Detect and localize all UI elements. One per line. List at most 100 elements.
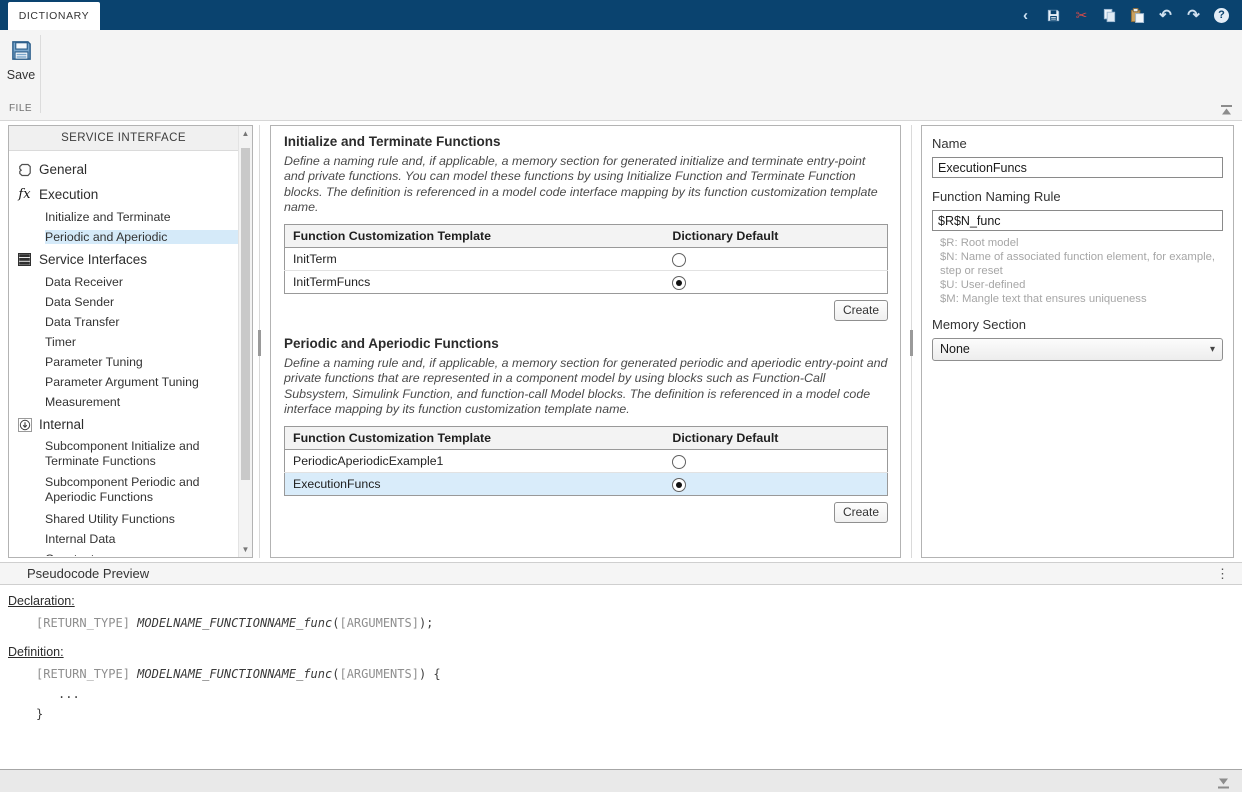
service-interface-panel: SERVICE INTERFACE General fx Execution Init… [8,125,253,558]
help-icon[interactable]: ? [1213,7,1230,24]
create-row: Create [284,300,888,321]
naming-rule-hints: $R: Root model$N: Name of associated fun… [940,237,1223,307]
internal-icon [17,418,32,432]
redo-icon[interactable]: ↷ [1185,7,1202,24]
sidebar-item-service-interfaces[interactable]: Service Interfaces [9,247,238,272]
definition-label: Definition: [8,645,1242,659]
sidebar-item-label: Internal [39,417,238,432]
sidebar-item-label: Initialize and Terminate [45,210,238,224]
sidebar-item-parameter-argument-tuning[interactable]: Parameter Argument Tuning [9,372,238,392]
service-interface-tree: General fx Execution Initialize and Termina… [9,150,238,556]
back-chevron-icon[interactable]: ‹ [1017,7,1034,24]
code-token: [ARGUMENTS] [339,667,418,681]
sidebar-item-label: Parameter Argument Tuning [45,375,238,389]
create-button[interactable]: Create [834,300,888,321]
collapse-ribbon-icon[interactable] [1220,103,1233,121]
sidebar-item-internal[interactable]: Internal [9,412,238,437]
table-row[interactable]: ExecutionFuncs [285,473,888,496]
title-bar: DICTIONARY ‹ ✂ ↶ ↷? [0,0,1242,30]
dictionary-default-radio[interactable] [672,478,686,492]
sidebar-item-label: Shared Utility Functions [45,512,238,526]
copy-icon[interactable] [1101,7,1118,24]
name-label: Name [932,136,1223,151]
sidebar-item-label: Timer [45,335,238,349]
section-title: Periodic and Aperiodic Functions [284,336,888,351]
code-token: ... [58,687,80,701]
sidebar-item-initialize-and-terminate[interactable]: Initialize and Terminate [9,207,238,227]
memory-section-dropdown[interactable]: None ▾ [932,338,1223,361]
function-naming-rule-label: Function Naming Rule [932,189,1223,204]
sidebar-header-label: SERVICE INTERFACE [61,132,186,144]
scrollbar-thumb[interactable] [241,148,250,480]
sidebar-item-parameter-tuning[interactable]: Parameter Tuning [9,352,238,372]
sidebar-item-internal-data[interactable]: Internal Data [9,529,238,549]
create-button[interactable]: Create [834,502,888,523]
function-template-table: Function Customization Template Dictiona… [284,224,888,294]
table-row[interactable]: InitTermFuncs [285,271,888,294]
sidebar-item-subcomponent-periodic-and-aperiodic-functions[interactable]: Subcomponent Periodic and Aperiodic Func… [9,473,238,509]
naming-rule-hint: $N: Name of associated function element,… [940,251,1223,279]
template-name-cell: PeriodicAperiodicExample1 [285,450,665,473]
template-name-cell: InitTermFuncs [285,271,665,294]
sidebar-item-execution[interactable]: fx Execution [9,182,238,207]
splitter-handle [910,330,913,356]
sidebar-item-label: Execution [39,187,238,202]
paste-icon[interactable] [1129,7,1146,24]
table-row[interactable]: InitTerm [285,248,888,271]
sidebar-item-data-receiver[interactable]: Data Receiver [9,272,238,292]
kebab-menu-icon[interactable]: ⋮ [1216,566,1229,582]
sidebar-item-shared-utility-functions[interactable]: Shared Utility Functions [9,509,238,529]
dictionary-default-cell [664,271,887,294]
sidebar-item-label: Data Transfer [45,315,238,329]
scroll-up-icon[interactable]: ▲ [239,129,252,138]
template-name-cell: ExecutionFuncs [285,473,665,496]
templates-panel: Initialize and Terminate Functions Defin… [270,125,901,558]
create-row: Create [284,502,888,523]
tab-dictionary[interactable]: DICTIONARY [8,2,100,30]
quick-access-toolbar: ‹ ✂ ↶ ↷? [1017,3,1230,27]
save-icon[interactable] [1045,7,1062,24]
save-button[interactable]: Save [5,39,37,82]
sidebar-item-general[interactable]: General [9,157,238,182]
code-token: MODELNAME_FUNCTIONNAME_func [137,616,332,630]
splitter-right[interactable] [908,125,915,558]
code-line: ... [58,687,1242,701]
splitter-left[interactable] [256,125,263,558]
sidebar-item-constants[interactable]: Constants [9,549,238,556]
function-naming-rule-field[interactable] [932,210,1223,231]
save-icon [10,49,33,66]
init-term-section: Initialize and Terminate Functions Defin… [284,134,888,321]
sidebar-item-label: Subcomponent Periodic and Aperiodic Func… [45,475,238,504]
sidebar-item-subcomponent-initialize-and-terminate-functions[interactable]: Subcomponent Initialize and Terminate Fu… [9,437,238,473]
collapse-panel-icon[interactable] [1217,776,1230,792]
scroll-down-icon[interactable]: ▼ [239,545,252,554]
tab-dictionary-label: DICTIONARY [19,10,90,22]
code-token: ); [419,616,433,630]
code-token: [RETURN_TYPE] [36,667,137,681]
sidebar-item-timer[interactable]: Timer [9,332,238,352]
dictionary-default-radio[interactable] [672,253,686,267]
sidebar-item-label: General [39,162,238,177]
memory-section-label: Memory Section [932,317,1223,332]
sidebar-item-periodic-and-aperiodic[interactable]: Periodic and Aperiodic [9,227,238,247]
dictionary-default-radio[interactable] [672,455,686,469]
sidebar-item-data-sender[interactable]: Data Sender [9,292,238,312]
fx-icon: fx [17,187,32,202]
sidebar-item-label: Internal Data [45,532,238,546]
name-field[interactable] [932,157,1223,178]
embedded-coder-dictionary-window: DICTIONARY ‹✂↶↷? Save FILE SERVICE INTER… [0,0,1242,792]
column-header-default: Dictionary Default [664,427,887,450]
code-token: [RETURN_TYPE] [36,616,137,630]
table-row[interactable]: PeriodicAperiodicExample1 [285,450,888,473]
undo-icon[interactable]: ↶ [1157,7,1174,24]
sidebar-item-label: Data Receiver [45,275,238,289]
sidebar-scrollbar[interactable]: ▲ ▼ [238,126,252,557]
bottom-collapse-bar [0,769,1242,792]
sidebar-item-label: Constants [45,552,238,556]
cut-icon[interactable]: ✂ [1073,7,1090,24]
code-token: [ARGUMENTS] [339,616,418,630]
sidebar-item-data-transfer[interactable]: Data Transfer [9,312,238,332]
naming-rule-hint: $R: Root model [940,237,1223,251]
dictionary-default-radio[interactable] [672,276,686,290]
sidebar-item-measurement[interactable]: Measurement [9,392,238,412]
